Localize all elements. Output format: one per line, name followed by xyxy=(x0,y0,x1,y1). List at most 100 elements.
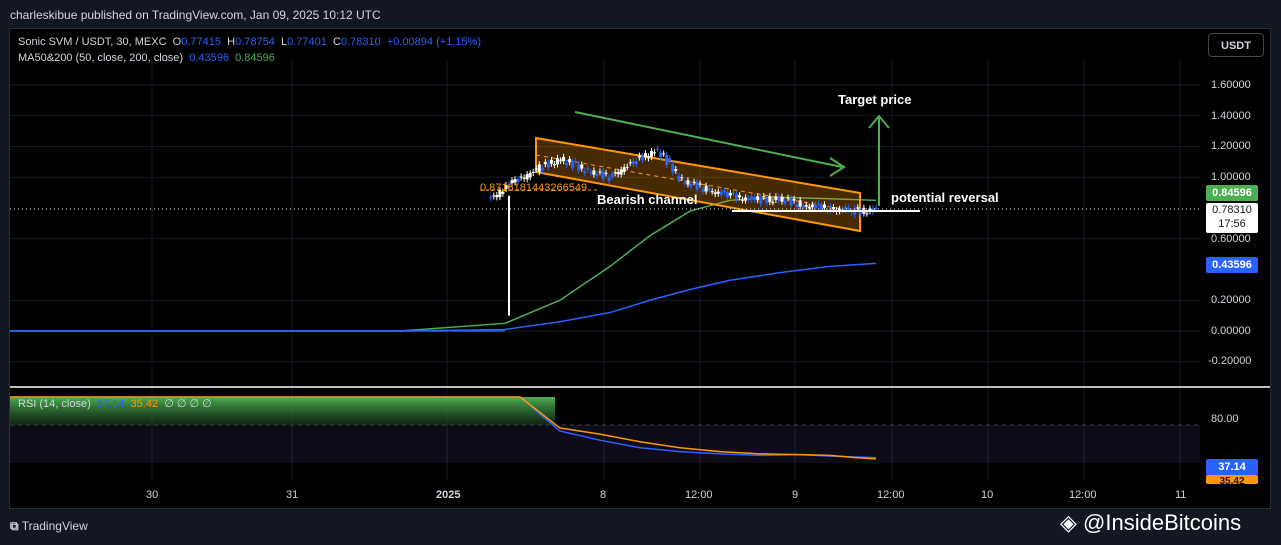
candle-body xyxy=(728,192,732,196)
candle-body xyxy=(677,175,681,180)
price-tick: 1.00000 xyxy=(1211,171,1251,183)
bearish-channel-label: Bearish channel xyxy=(597,192,698,207)
candle-body xyxy=(829,206,832,211)
time-tick: 12:00 xyxy=(1069,489,1097,501)
candle-body xyxy=(738,195,741,198)
candle-body xyxy=(601,171,605,179)
candle-body xyxy=(628,162,632,164)
ma50-line xyxy=(10,262,877,332)
candle-body xyxy=(562,156,566,162)
candle-body xyxy=(783,200,787,204)
price-tick: 1.40000 xyxy=(1211,110,1251,122)
candle-body xyxy=(631,161,635,164)
candle-body xyxy=(637,155,641,158)
chart-svg[interactable] xyxy=(0,0,1281,545)
time-tick: 9 xyxy=(792,489,799,501)
candle-body xyxy=(689,183,693,187)
candle-body xyxy=(556,158,559,165)
candle-body xyxy=(537,164,541,173)
rsi-band xyxy=(10,425,1200,463)
candle-body xyxy=(731,192,735,194)
candle-body xyxy=(522,177,526,179)
candle-body xyxy=(525,174,529,180)
potential-reversal-label: potential reversal xyxy=(891,190,999,205)
candle-body xyxy=(704,185,708,192)
high-value: 0.78754 xyxy=(235,36,275,48)
symbol-label[interactable]: Sonic SVM / USDT, 30, MEXC xyxy=(18,36,167,48)
candle-body xyxy=(759,197,763,204)
price-tick: 0.60000 xyxy=(1211,233,1251,245)
candle-body xyxy=(662,153,666,155)
time-tick: 12:00 xyxy=(877,489,905,501)
candle-body xyxy=(798,200,802,207)
candle-body xyxy=(574,161,578,163)
rsi-legend: RSI (14, close) 37.14 35.42 ∅ ∅ ∅ ∅ xyxy=(18,397,212,410)
rsi-label[interactable]: RSI (14, close) xyxy=(18,398,91,410)
rsi-ma-badge: 35.42 xyxy=(1206,475,1258,484)
candle-body xyxy=(568,159,572,163)
tradingview-logo[interactable]: ⧉ TradingView xyxy=(10,519,88,534)
candle-body xyxy=(640,156,644,161)
time-tick: 8 xyxy=(600,489,607,501)
candle-body xyxy=(774,196,778,200)
change-value: +0.00894 (+1.15%) xyxy=(386,36,482,48)
candle-body xyxy=(647,156,650,159)
candle-body xyxy=(607,177,611,181)
candle-body xyxy=(592,170,596,175)
candle-body xyxy=(580,164,584,169)
ma-legend: MA50&200 (50, close, 200, close) 0.43596… xyxy=(18,52,275,64)
candle-body xyxy=(519,176,523,178)
candle-body xyxy=(725,191,729,198)
diamond-icon: ◈ xyxy=(1060,510,1077,535)
time-tick: 30 xyxy=(146,489,159,501)
candle-body xyxy=(822,204,826,209)
current-price: 0.78310 xyxy=(1212,204,1252,216)
candle-body xyxy=(665,154,669,165)
candle-body xyxy=(813,204,817,209)
candle-body xyxy=(671,164,675,173)
time-tick: 11 xyxy=(1175,489,1187,501)
candle-body xyxy=(549,159,553,164)
tradingview-logo-text: TradingView xyxy=(21,519,88,533)
candle-body xyxy=(659,152,663,158)
time-tick: 2025 xyxy=(436,489,461,501)
candle-body xyxy=(559,160,563,162)
candle-body xyxy=(810,204,814,208)
candle-body xyxy=(634,161,638,164)
candle-body xyxy=(856,207,860,209)
candle-body xyxy=(686,180,690,185)
rsi-ma-value: 35.42 xyxy=(130,398,159,410)
candle-body xyxy=(789,198,793,206)
candle-body xyxy=(565,163,569,165)
price-tick: 0.20000 xyxy=(1211,294,1251,306)
candle-body xyxy=(756,196,760,201)
candle-body xyxy=(701,188,705,193)
candle-body xyxy=(692,181,696,183)
rsi-extras: ∅ ∅ ∅ ∅ xyxy=(164,398,212,410)
candle-body xyxy=(489,197,493,199)
currency-button[interactable]: USDT xyxy=(1208,33,1264,57)
level-label: 0.8716181443266549 xyxy=(480,182,588,194)
candle-body xyxy=(552,164,556,166)
current-price-label: 0.78310 17:56 xyxy=(1206,203,1258,233)
candle-body xyxy=(768,196,772,202)
ma200-badge: 0.84596 xyxy=(1206,185,1258,201)
bar-countdown: 17:56 xyxy=(1218,218,1246,230)
candle-body xyxy=(625,166,629,168)
candle-body xyxy=(734,193,738,200)
ma-label[interactable]: MA50&200 (50, close, 200, close) xyxy=(18,52,183,64)
candle-body xyxy=(668,158,672,162)
candle-body xyxy=(698,183,702,185)
candle-body xyxy=(595,174,599,176)
candle-body xyxy=(780,196,784,202)
candle-body xyxy=(571,160,575,168)
tradingview-logo-icon: ⧉ xyxy=(10,519,19,533)
time-tick: 10 xyxy=(981,489,994,501)
candle-body xyxy=(707,187,711,190)
ma200-value: 0.84596 xyxy=(235,52,275,64)
price-tick: 1.20000 xyxy=(1211,140,1251,152)
time-tick: 12:00 xyxy=(685,489,713,501)
candle-body xyxy=(534,168,538,170)
candle-body xyxy=(546,162,550,168)
candle-body xyxy=(643,153,647,158)
